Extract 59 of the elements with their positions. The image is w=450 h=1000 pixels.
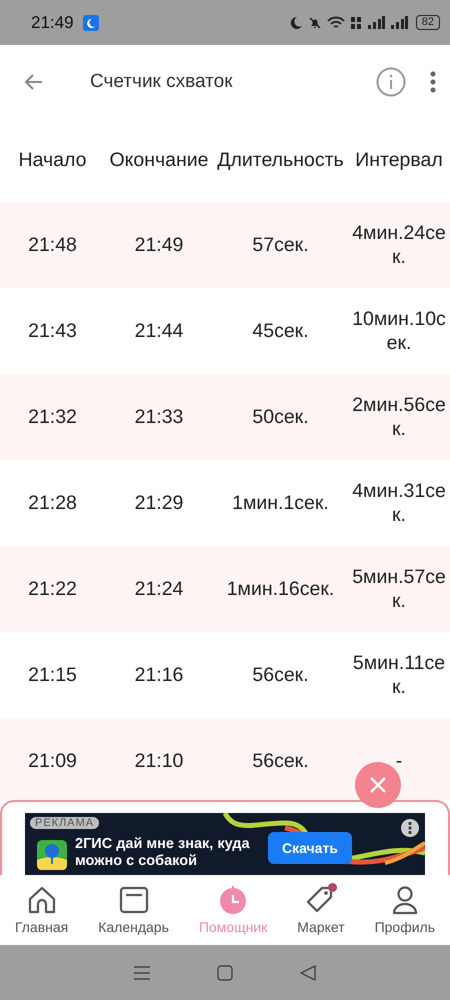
- table-cell-text: 2мин.56сек.: [351, 393, 447, 441]
- nav-tab[interactable]: Маркет: [297, 885, 345, 935]
- column-header: Длительность: [216, 148, 345, 172]
- table-cell-text: 21:29: [134, 491, 184, 515]
- table-cell-text: 5мин.11сек.: [352, 651, 446, 699]
- nav-tab[interactable]: Главная: [14, 885, 68, 935]
- timer-icon: [218, 885, 248, 915]
- moon-icon: [82, 14, 99, 30]
- table-cell-text: 21:10: [134, 749, 184, 773]
- moon-icon: [288, 16, 303, 30]
- table-cell-text: 1мин.16сек.: [226, 577, 336, 601]
- table-cell-text: 21:28: [27, 491, 78, 515]
- column-header: Окончание: [108, 148, 210, 172]
- table-cell-text: 4мин.24сек.: [351, 221, 447, 269]
- table-cell-text: 1мин.1сек.: [231, 491, 330, 515]
- table-cell-text: 57сек.: [251, 233, 310, 257]
- info-button[interactable]: [376, 66, 406, 96]
- back-triangle-icon[interactable]: [300, 964, 316, 980]
- table-cell-text: 10мин.10сек.: [351, 307, 447, 355]
- close-icon: [369, 776, 387, 794]
- download-button[interactable]: Скачать: [268, 832, 352, 864]
- bell-off-icon: [308, 16, 322, 30]
- table-cell-text: 21:15: [27, 663, 78, 687]
- table-cell-text: 50сек.: [251, 405, 310, 429]
- ad-label: РЕКЛАМА: [30, 817, 100, 829]
- signal-icon: [390, 16, 408, 30]
- column-header: Начало: [18, 148, 88, 172]
- table-cell-text: -: [394, 749, 404, 773]
- wifi-icon: [326, 16, 345, 30]
- table-cell-text: 21:44: [134, 319, 184, 343]
- table-cell-text: 45сек.: [251, 319, 310, 343]
- table-cell-text: 21:22: [27, 577, 78, 601]
- calendar-icon: [118, 885, 149, 915]
- ad-headline: 2ГИС дай мне знак, куда можно с собакой: [75, 836, 251, 870]
- table-cell-text: 21:49: [134, 233, 184, 257]
- more-icon[interactable]: [401, 819, 419, 837]
- table-cell-text: 21:24: [134, 577, 184, 601]
- table-cell-text: 21:16: [134, 663, 184, 687]
- table-cell-text: 21:33: [134, 405, 184, 429]
- nav-tab[interactable]: Профиль: [374, 885, 436, 935]
- nav-tab[interactable]: Календарь: [98, 885, 169, 935]
- status-time: 21:49: [31, 12, 74, 32]
- battery-indicator: 82: [416, 15, 440, 30]
- menu-icon[interactable]: [134, 966, 150, 980]
- more-button[interactable]: [430, 70, 436, 92]
- table-cell-text: 5мин.57сек.: [351, 565, 447, 613]
- table-cell-text: 4мин.31сек.: [351, 479, 447, 527]
- table-cell-text: 21:43: [27, 319, 78, 343]
- table-cell-text: 56сек.: [251, 749, 310, 773]
- table-cell-text: 56сек.: [251, 663, 310, 687]
- home-icon: [26, 885, 57, 915]
- table-cell-text: 21:09: [27, 749, 78, 773]
- table-cell-text: 21:32: [27, 405, 78, 429]
- home-square-icon[interactable]: [216, 964, 233, 980]
- map-pin-logo-icon: [37, 840, 67, 870]
- signal-icon: [366, 16, 385, 30]
- table-cell-text: 21:48: [27, 233, 78, 257]
- column-header: Интервал: [354, 148, 444, 172]
- screen-title: Счетчик схваток: [90, 70, 234, 92]
